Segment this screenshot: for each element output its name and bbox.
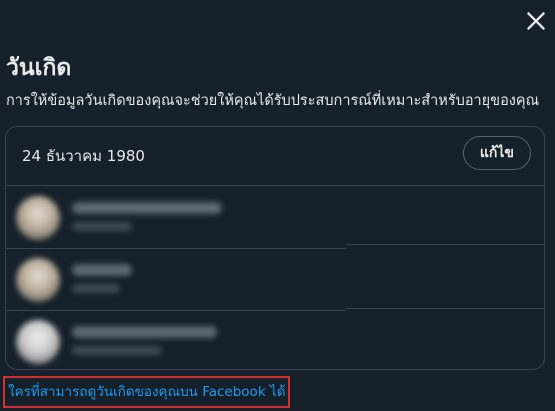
divider bbox=[346, 244, 544, 245]
list-item bbox=[6, 248, 346, 311]
blurred-name bbox=[72, 326, 217, 338]
avatar bbox=[16, 196, 60, 240]
divider bbox=[346, 308, 544, 309]
blurred-detail bbox=[72, 284, 120, 293]
birthday-dialog: วันเกิด การให้ข้อมูลวันเกิดของคุณจะช่วยใ… bbox=[0, 0, 555, 411]
close-icon bbox=[527, 12, 545, 30]
list-item bbox=[6, 186, 346, 249]
blurred-name bbox=[72, 264, 132, 276]
blurred-detail bbox=[72, 346, 162, 355]
dialog-subtitle: การให้ข้อมูลวันเกิดของคุณจะช่วยให้คุณได้… bbox=[6, 93, 540, 109]
birthday-visibility-link[interactable]: ใครที่สามารถดูวันเกิดของคุณบน Facebook ไ… bbox=[3, 376, 291, 408]
birthday-card: 24 ธันวาคม 1980 แก้ไข bbox=[5, 126, 545, 370]
close-button[interactable] bbox=[523, 8, 549, 34]
list-item bbox=[6, 310, 346, 369]
avatar bbox=[16, 320, 60, 364]
edit-button[interactable]: แก้ไข bbox=[462, 136, 531, 170]
birthday-value: 24 ธันวาคม 1980 bbox=[22, 147, 145, 165]
dialog-title: วันเกิด bbox=[6, 55, 72, 81]
blurred-detail bbox=[72, 222, 132, 231]
avatar bbox=[16, 258, 60, 302]
birthday-row: 24 ธันวาคม 1980 แก้ไข bbox=[6, 127, 544, 186]
blurred-name bbox=[72, 202, 222, 214]
